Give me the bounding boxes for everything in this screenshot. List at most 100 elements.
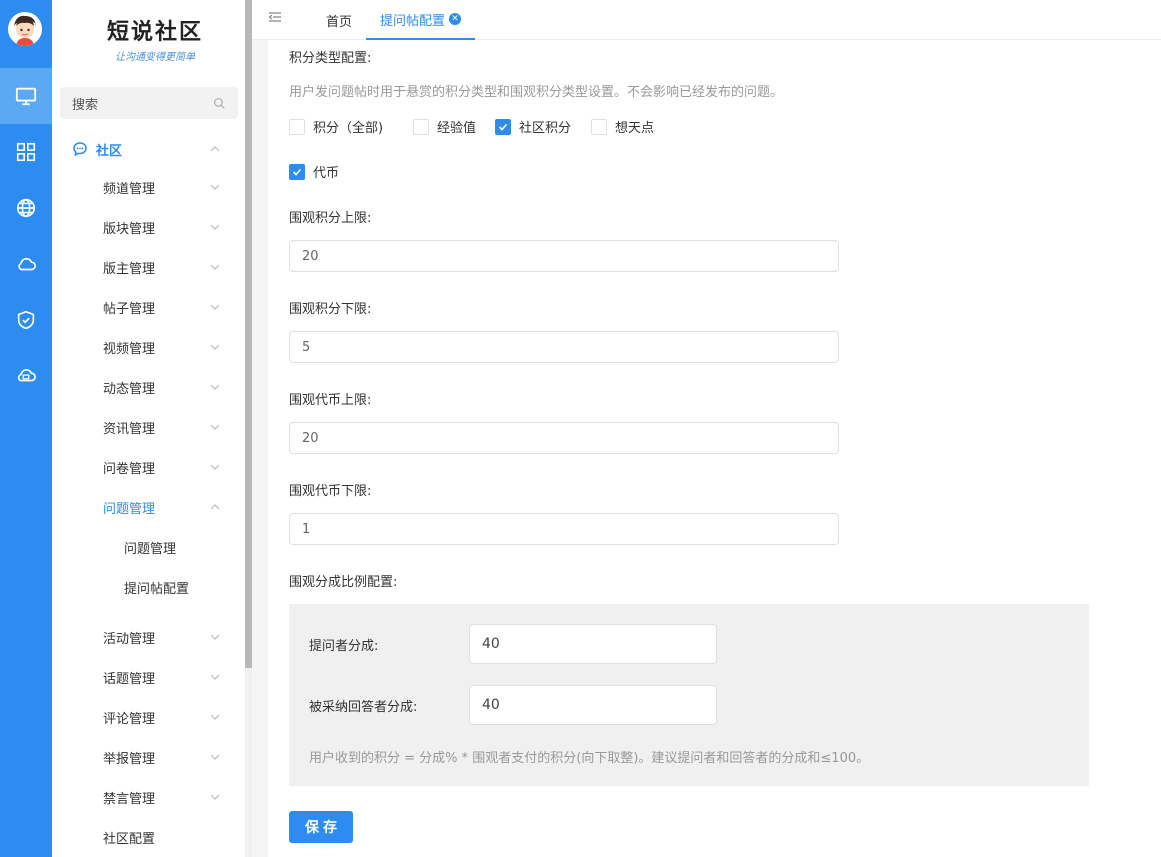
avatar[interactable] — [8, 12, 42, 46]
sidebar-subitem-question-config[interactable]: 提问帖配置 — [52, 567, 238, 607]
sidebar-search[interactable]: 搜索 — [60, 87, 238, 119]
coin-min-input[interactable]: 1 — [289, 513, 839, 545]
sidebar-item-question[interactable]: 问题管理 — [52, 487, 238, 527]
logo-title: 短说社区 — [106, 19, 203, 45]
sidebar-item-video[interactable]: 视频管理 — [52, 327, 238, 367]
sidebar-item-moderator[interactable]: 版主管理 — [52, 247, 238, 287]
chevron-up-icon — [210, 146, 220, 152]
sidebar-item-label: 活动管理 — [103, 631, 156, 647]
ratio-config-title: 围观分成比例配置: — [289, 575, 398, 590]
chevron-down-icon — [210, 224, 220, 230]
sidebar-item-label: 话题管理 — [103, 671, 156, 687]
sidebar-item-survey[interactable]: 问卷管理 — [52, 447, 238, 487]
rail-shield[interactable] — [0, 292, 52, 348]
monitor-icon — [15, 87, 37, 106]
close-icon[interactable]: ✕ — [449, 13, 462, 25]
checkbox-experience[interactable]: 经验值 — [413, 117, 476, 136]
tab-label: 提问帖配置 — [380, 13, 446, 29]
sidebar-item-label: 问卷管理 — [103, 461, 156, 477]
sidebar: 短说社区 让沟通变得更简单 搜索 社区 频道管理 版块管理 版主管理 帖子管理 … — [52, 0, 252, 857]
score-max-label: 围观积分上限: — [289, 211, 372, 226]
content-gutter — [252, 0, 268, 857]
answerer-share-input[interactable]: 40 — [469, 685, 717, 725]
sidebar-item-label: 问题管理 — [103, 501, 156, 517]
globe-icon — [16, 198, 36, 218]
rail-grid[interactable] — [0, 124, 52, 180]
sidebar-item-news[interactable]: 资讯管理 — [52, 407, 238, 447]
type-config-desc: 用户发问题帖时用于悬赏的积分类型和围观积分类型设置。不会影响已经发布的问题。 — [289, 85, 784, 100]
chat-icon — [73, 142, 87, 157]
sidebar-item-label: 帖子管理 — [103, 301, 156, 317]
section-label: 社区 — [96, 143, 123, 159]
sidebar-item-channel[interactable]: 频道管理 — [52, 167, 238, 207]
checkbox-box[interactable] — [289, 118, 305, 135]
search-label: 搜索 — [72, 97, 99, 113]
sidebar-item-label: 版主管理 — [103, 261, 156, 277]
checkbox-label: 积分（全部) — [313, 121, 384, 136]
save-button[interactable]: 保存 — [289, 811, 353, 843]
sidebar-item-label: 动态管理 — [103, 381, 156, 397]
sidebar-scrollbar[interactable] — [245, 0, 252, 668]
sidebar-item-mute[interactable]: 禁言管理 — [52, 777, 238, 817]
sidebar-scroll-track — [245, 668, 252, 857]
sidebar-item-report[interactable]: 举报管理 — [52, 737, 238, 777]
sidebar-item-feed[interactable]: 动态管理 — [52, 367, 238, 407]
checkbox-box[interactable] — [495, 118, 511, 135]
checkbox-box[interactable] — [413, 118, 429, 135]
sidebar-item-label: 举报管理 — [103, 751, 156, 767]
collapse-menu-icon[interactable] — [268, 10, 282, 24]
chevron-down-icon — [210, 714, 220, 720]
checkbox-box[interactable] — [591, 118, 607, 135]
cloud-icon — [18, 257, 36, 271]
sidebar-item-label: 资讯管理 — [103, 421, 156, 437]
score-max-input[interactable]: 20 — [289, 240, 839, 272]
sidebar-item-community-config[interactable]: 社区配置 — [52, 817, 238, 857]
grid-icon — [16, 142, 36, 162]
coin-max-input[interactable]: 20 — [289, 422, 839, 454]
checkbox-label: 想天点 — [615, 121, 655, 136]
checkbox-label: 经验值 — [437, 121, 477, 136]
sidebar-subitem-question-manage[interactable]: 问题管理 — [52, 527, 238, 567]
rail-cloud[interactable] — [0, 236, 52, 292]
checkbox-box[interactable] — [289, 163, 305, 180]
sidebar-item-topic[interactable]: 话题管理 — [52, 657, 238, 697]
logo[interactable]: 短说社区 让沟通变得更简单 — [100, 14, 210, 63]
chevron-down-icon — [210, 184, 220, 190]
checkbox-xiangtian-points[interactable]: 想天点 — [591, 117, 654, 136]
tab-home[interactable]: 首页 — [326, 0, 352, 40]
chevron-up-icon — [210, 504, 220, 510]
sidebar-item-post[interactable]: 帖子管理 — [52, 287, 238, 327]
sidebar-item-board[interactable]: 版块管理 — [52, 207, 238, 247]
checkbox-label: 社区积分 — [519, 121, 572, 136]
checkbox-community-points[interactable]: 社区积分 — [495, 117, 571, 136]
type-config-title: 积分类型配置: — [289, 51, 372, 66]
tab-bar: 首页 提问帖配置 ✕ — [252, 0, 1161, 40]
checkbox-points-all[interactable]: 积分（全部) — [289, 117, 383, 136]
checkbox-label: 代币 — [313, 166, 340, 181]
chevron-down-icon — [210, 794, 220, 800]
checkbox-token[interactable]: 代币 — [289, 162, 339, 181]
menu-section-community[interactable]: 社区 — [52, 129, 238, 169]
chevron-down-icon — [210, 384, 220, 390]
tab-question-config[interactable]: 提问帖配置 ✕ — [366, 0, 476, 40]
asker-share-input[interactable]: 40 — [469, 624, 717, 664]
score-min-label: 围观积分下限: — [289, 302, 372, 317]
sidebar-item-event[interactable]: 活动管理 — [52, 617, 238, 657]
coin-min-label: 围观代币下限: — [289, 484, 372, 499]
chevron-down-icon — [210, 424, 220, 430]
sidebar-subitem-label: 问题管理 — [124, 541, 177, 557]
score-min-input[interactable]: 5 — [289, 331, 839, 363]
rail-cloud-network[interactable] — [0, 348, 52, 404]
coin-max-label: 围观代币上限: — [289, 393, 372, 408]
check-icon — [498, 123, 508, 131]
sidebar-item-comment[interactable]: 评论管理 — [52, 697, 238, 737]
rail-globe[interactable] — [0, 180, 52, 236]
chevron-down-icon — [210, 754, 220, 760]
rail-monitor[interactable] — [0, 68, 52, 124]
sidebar-item-label: 频道管理 — [103, 181, 156, 197]
shield-icon — [17, 310, 35, 330]
check-icon — [292, 168, 302, 176]
chevron-down-icon — [210, 634, 220, 640]
icon-rail — [0, 0, 52, 857]
sidebar-item-label: 禁言管理 — [103, 791, 156, 807]
